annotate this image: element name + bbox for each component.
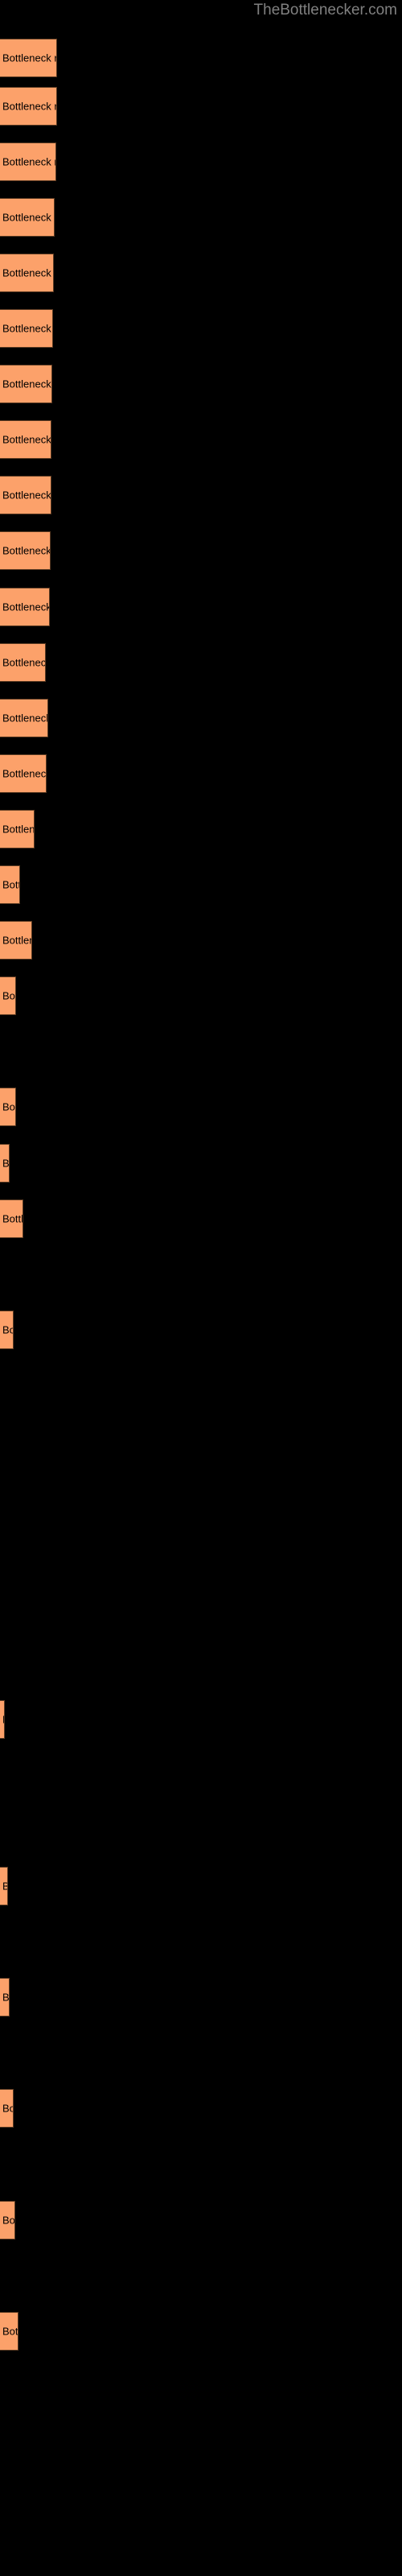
bar-label: Bottleneck result <box>2 767 47 780</box>
bar[interactable]: Bottleneck result <box>0 2312 18 2351</box>
bar[interactable]: Bottleneck result <box>0 2089 14 2128</box>
bar[interactable]: Bottleneck result <box>0 921 32 960</box>
bar-label: Bottleneck result <box>2 155 55 168</box>
bar-label: Bottleneck result <box>2 2214 15 2227</box>
bar-label: Bottleneck result <box>2 1100 15 1113</box>
bar[interactable]: Bottleneck result <box>0 198 55 237</box>
bar-label: Bottleneck result <box>2 823 35 836</box>
bar-row: Bottleneck result <box>0 39 402 77</box>
plot-area: Bottleneck result Bottleneck result Bottle… <box>0 0 402 2576</box>
bar[interactable]: Bottleneck result <box>0 1199 23 1238</box>
bar-label: Bottleneck result <box>2 1157 10 1170</box>
bar-row: Bottleneck result <box>0 1144 402 1183</box>
bar-label: Bottleneck result <box>2 489 51 502</box>
bar-label: Bottleneck result <box>2 989 15 1002</box>
bar[interactable]: Bottleneck result <box>0 87 57 126</box>
bar[interactable]: Bottleneck result <box>0 420 51 459</box>
bar-row: Bottleneck result <box>0 198 402 237</box>
bar[interactable]: Bottleneck result <box>0 1144 10 1183</box>
bar[interactable]: Bottleneck result <box>0 643 46 682</box>
bar-label: Bottleneck result <box>2 266 53 279</box>
bar-row: Bottleneck result <box>0 2201 402 2240</box>
bar-label: Bottleneck result <box>2 1323 13 1336</box>
bar-label: Bottleneck result <box>2 100 56 113</box>
bar-label: Bottleneck result <box>2 211 54 224</box>
bar-row: Bottleneck result <box>0 976 402 1015</box>
bar-label: Bottleneck result <box>2 1991 10 2004</box>
bar[interactable]: Bottleneck result <box>0 588 50 626</box>
bar[interactable]: Bottleneck result <box>0 1867 8 1905</box>
bar-row: Bottleneck result <box>0 2312 402 2351</box>
bar-row: Bottleneck result <box>0 1700 402 1739</box>
bar-row: Bottleneck result <box>0 142 402 181</box>
bar-row: Bottleneck result <box>0 921 402 960</box>
bar[interactable]: Bottleneck result <box>0 309 53 348</box>
bar[interactable]: Bottleneck result <box>0 976 16 1015</box>
bar[interactable]: Bottleneck result <box>0 254 54 292</box>
bar[interactable]: Bottleneck result <box>0 810 35 848</box>
bar-row: Bottleneck result <box>0 643 402 682</box>
bar-row: Bottleneck result <box>0 1867 402 1905</box>
bar-row: Bottleneck result <box>0 309 402 348</box>
bar-label: Bottleneck result <box>2 433 51 446</box>
bar-label: Bottleneck result <box>2 934 31 947</box>
bar-row: Bottleneck result <box>0 754 402 793</box>
bar-row: Bottleneck result <box>0 1978 402 2017</box>
bottleneck-chart: TheBottlenecker.com Bottleneck resultBot… <box>0 0 402 2576</box>
bar[interactable]: Bottleneck result <box>0 699 48 737</box>
bar-label: Bottleneck result <box>2 544 51 557</box>
bar-row: Bottleneck result <box>0 87 402 126</box>
bar-row: Bottleneck result <box>0 1199 402 1238</box>
bar[interactable]: Bottleneck result <box>0 2201 15 2240</box>
bar-row: Bottleneck result <box>0 254 402 292</box>
bar[interactable]: Bottleneck result <box>0 142 56 181</box>
bar[interactable]: Bottleneck result <box>0 365 52 403</box>
bar[interactable]: Bottleneck result <box>0 865 20 904</box>
bar-row: Bottleneck result <box>0 1311 402 1349</box>
bar-label: Bottleneck result <box>2 322 52 335</box>
bar[interactable]: Bottleneck result <box>0 39 57 77</box>
bar-label: Bottleneck result <box>2 601 50 613</box>
bar-label: Bottleneck result <box>2 1880 7 1893</box>
bar-row: Bottleneck result <box>0 810 402 848</box>
bar[interactable]: Bottleneck result <box>0 1311 14 1349</box>
bar-row: Bottleneck result <box>0 476 402 514</box>
bar-label: Bottleneck result <box>2 878 19 891</box>
bar-row: Bottleneck result <box>0 531 402 570</box>
bar-row: Bottleneck result <box>0 1088 402 1126</box>
bar-label: Bottleneck result <box>2 2102 13 2115</box>
bar-row: Bottleneck result <box>0 365 402 403</box>
bar-label: Bottleneck result <box>2 712 48 724</box>
bar-label: Bottleneck result <box>2 1212 23 1225</box>
bar-label: Bottleneck result <box>2 2325 18 2338</box>
bar[interactable]: Bottleneck result <box>0 1700 5 1739</box>
bar-label: Bottleneck result <box>2 1714 4 1726</box>
bar[interactable]: Bottleneck result <box>0 531 51 570</box>
bar[interactable]: Bottleneck result <box>0 1978 10 2017</box>
bar-label: Bottleneck result <box>2 52 56 64</box>
bar-row: Bottleneck result <box>0 588 402 626</box>
bar[interactable]: Bottleneck result <box>0 476 51 514</box>
bar-row: Bottleneck result <box>0 420 402 459</box>
bar[interactable]: Bottleneck result <box>0 1088 16 1126</box>
bar-label: Bottleneck result <box>2 656 46 669</box>
bar-row: Bottleneck result <box>0 699 402 737</box>
bar-row: Bottleneck result <box>0 865 402 904</box>
bar[interactable]: Bottleneck result <box>0 754 47 793</box>
bar-label: Bottleneck result <box>2 378 51 390</box>
bar-row: Bottleneck result <box>0 2089 402 2128</box>
